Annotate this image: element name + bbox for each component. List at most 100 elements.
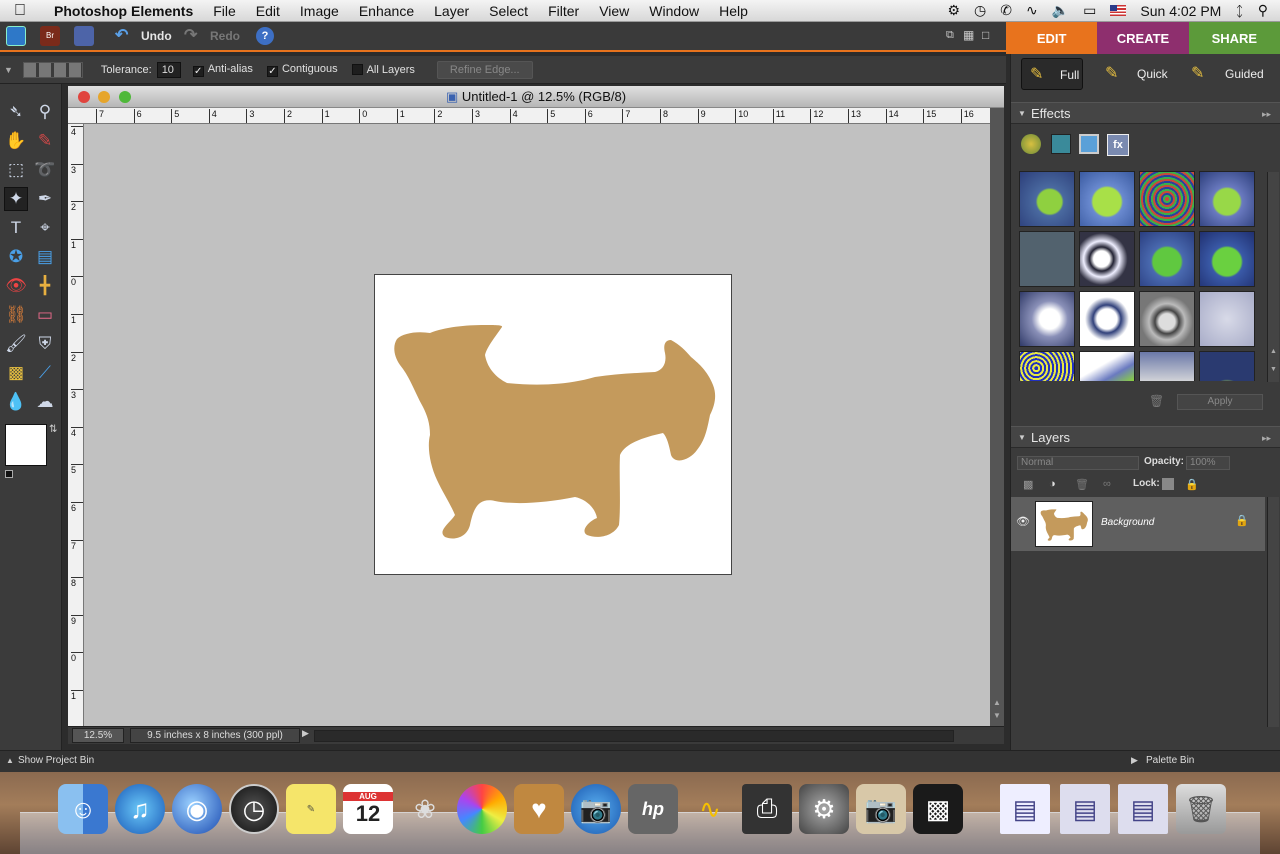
lock-all-icon[interactable]: 🔒 <box>1185 478 1199 491</box>
link-layers-icon[interactable]: ∞ <box>1103 478 1111 490</box>
contiguous-checkbox[interactable]: ✓ Contiguous <box>266 63 338 77</box>
delete-layer-icon[interactable]: 🗑 <box>1075 478 1089 491</box>
menubar-clock[interactable]: Sun 4:02 PM <box>1140 3 1221 19</box>
apple-menu-icon[interactable]:  <box>0 2 40 20</box>
tab-share[interactable]: SHARE <box>1188 22 1280 54</box>
menu-view[interactable]: View <box>589 3 639 19</box>
trash-icon[interactable]: 🗑 <box>1149 394 1164 408</box>
layer-row-background[interactable]: 👁 Background 🔒 <box>1011 497 1265 551</box>
photo-viewer-icon[interactable]: 📷 <box>856 784 906 834</box>
effect-thumbnail[interactable] <box>1019 291 1075 347</box>
menu-select[interactable]: Select <box>479 3 538 19</box>
foreground-color-swatch[interactable] <box>5 424 47 466</box>
menu-enhance[interactable]: Enhance <box>349 3 424 19</box>
line-tool-icon[interactable]: ⟋ <box>33 361 57 385</box>
bucket-app-icon[interactable]: ♥ <box>514 784 564 834</box>
effect-thumbnail[interactable] <box>1079 231 1135 287</box>
effect-thumbnail[interactable] <box>1139 351 1195 381</box>
finder-icon[interactable]: ☺ <box>58 784 108 834</box>
vertical-ruler[interactable]: 4 3 2 1 0 1 2 3 4 5 6 7 8 9 0 1 <box>68 124 84 726</box>
marquee-tool-icon[interactable]: ⬚ <box>4 158 28 182</box>
battery-icon[interactable]: ▭ <box>1083 2 1096 19</box>
menu-help[interactable]: Help <box>709 3 758 19</box>
fan-app-icon[interactable]: ❀ <box>400 784 450 834</box>
ical-icon[interactable]: AUG 12 <box>343 784 393 834</box>
type-tool-icon[interactable]: T <box>4 216 28 240</box>
all-layers-checkbox[interactable]: All Layers <box>351 63 415 76</box>
adjustment-layer-icon[interactable]: ◑ <box>1049 478 1056 490</box>
effect-thumbnail[interactable] <box>1199 291 1255 347</box>
scanner-icon[interactable]: ▩ <box>913 784 963 834</box>
filters-icon[interactable] <box>1021 134 1041 154</box>
vertical-scrollbar[interactable]: ▲ ▼ <box>990 108 1004 726</box>
eyedropper-tool-icon[interactable]: ✎ <box>33 129 57 153</box>
tool-preset-chevron-icon[interactable]: ▼ <box>4 65 13 75</box>
healing-brush-tool-icon[interactable]: ╋ <box>33 274 57 298</box>
save-icon[interactable] <box>74 26 94 46</box>
layers-scrollbar[interactable] <box>1267 497 1279 727</box>
effect-thumbnail[interactable] <box>1139 171 1195 227</box>
scroll-down-icon[interactable]: ▼ <box>993 711 1001 720</box>
expand-icon[interactable]: ▲ <box>6 756 14 765</box>
close-window-icon[interactable] <box>78 91 90 103</box>
layer-styles-icon[interactable] <box>1051 134 1071 154</box>
effect-thumbnail[interactable] <box>1199 231 1255 287</box>
effect-thumbnail[interactable] <box>1199 171 1255 227</box>
stickies-icon[interactable]: ✎ <box>286 784 336 834</box>
arrange-windows-icon[interactable]: ⧉ <box>946 29 954 42</box>
redo-button[interactable]: Redo <box>210 29 240 43</box>
palette-bin-arrow-icon[interactable]: ▶ <box>1131 755 1138 766</box>
app-menu[interactable]: Photoshop Elements <box>40 3 203 19</box>
visibility-eye-icon[interactable]: 👁 <box>1016 515 1030 528</box>
undo-icon[interactable]: ↶ <box>115 25 128 45</box>
blur-tool-icon[interactable]: 💧 <box>4 390 28 414</box>
effects-scrollbar[interactable]: ▲ ▼ <box>1267 172 1279 382</box>
show-project-bin-button[interactable]: Show Project Bin <box>18 755 94 766</box>
layers-panel-header[interactable]: Layers ▸▸ <box>1011 426 1280 449</box>
hand-tool-icon[interactable]: ✋ <box>4 129 28 153</box>
sponge-tool-icon[interactable]: ☁ <box>33 390 57 414</box>
trash-icon[interactable]: 🗑 <box>1176 784 1226 834</box>
zoom-tool-icon[interactable]: ⚲ <box>33 100 57 124</box>
tab-create[interactable]: CREATE <box>1097 22 1189 54</box>
help-button[interactable]: ? <box>256 27 274 45</box>
canvas-area[interactable] <box>84 124 990 726</box>
photos-icon[interactable] <box>457 784 507 834</box>
cookie-cutter-tool-icon[interactable]: ✪ <box>4 245 28 269</box>
effect-thumbnail[interactable] <box>1079 351 1135 381</box>
maximize-window-icon[interactable]: □ <box>982 28 989 42</box>
menu-window[interactable]: Window <box>639 3 709 19</box>
zoom-window-icon[interactable] <box>119 91 131 103</box>
menu-filter[interactable]: Filter <box>538 3 589 19</box>
printer-icon[interactable]: ⎙ <box>742 784 792 834</box>
blend-mode-select[interactable]: Normal <box>1017 456 1139 470</box>
brush-tool-icon[interactable]: 🖌 <box>4 332 28 356</box>
menu-edit[interactable]: Edit <box>246 3 290 19</box>
status-menu-arrow-icon[interactable]: ▶ <box>302 728 309 739</box>
new-file-icon[interactable] <box>6 26 26 46</box>
itunes-icon[interactable]: ♫ <box>115 784 165 834</box>
mode-quick-button[interactable]: ✎ Quick <box>1101 58 1181 90</box>
eraser-tool-icon[interactable]: ▭ <box>33 303 57 327</box>
document-canvas[interactable] <box>374 274 732 575</box>
photo-effects-icon[interactable] <box>1079 134 1099 154</box>
bluetooth-icon[interactable]: ᛨ <box>1235 3 1243 19</box>
applications-stack-icon[interactable]: ▤ <box>1118 784 1168 834</box>
clone-stamp-tool-icon[interactable]: ⛓ <box>4 303 28 327</box>
horizontal-scrollbar[interactable] <box>314 730 954 742</box>
red-eye-tool-icon[interactable]: 👁 <box>4 274 28 298</box>
swap-colors-icon[interactable]: ⇅ <box>49 424 57 435</box>
redo-icon[interactable]: ↷ <box>184 25 197 45</box>
dashboard-icon[interactable]: ◷ <box>229 784 279 834</box>
scroll-up-icon[interactable]: ▲ <box>993 698 1001 707</box>
minimize-window-icon[interactable] <box>98 91 110 103</box>
airport-utility-icon[interactable]: ∿ <box>685 784 735 834</box>
firefox-icon[interactable]: ◉ <box>172 784 222 834</box>
script-menu-icon[interactable]: ⚙ <box>947 2 960 19</box>
effect-thumbnail[interactable] <box>1019 351 1075 381</box>
palette-bin-button[interactable]: Palette Bin <box>1146 755 1194 766</box>
lasso-tool-icon[interactable]: ➰ <box>33 158 57 182</box>
volume-icon[interactable]: 🔈 <box>1052 2 1069 19</box>
hp-printer-utility-icon[interactable]: hp <box>628 784 678 834</box>
time-machine-icon[interactable]: ◷ <box>974 2 986 19</box>
